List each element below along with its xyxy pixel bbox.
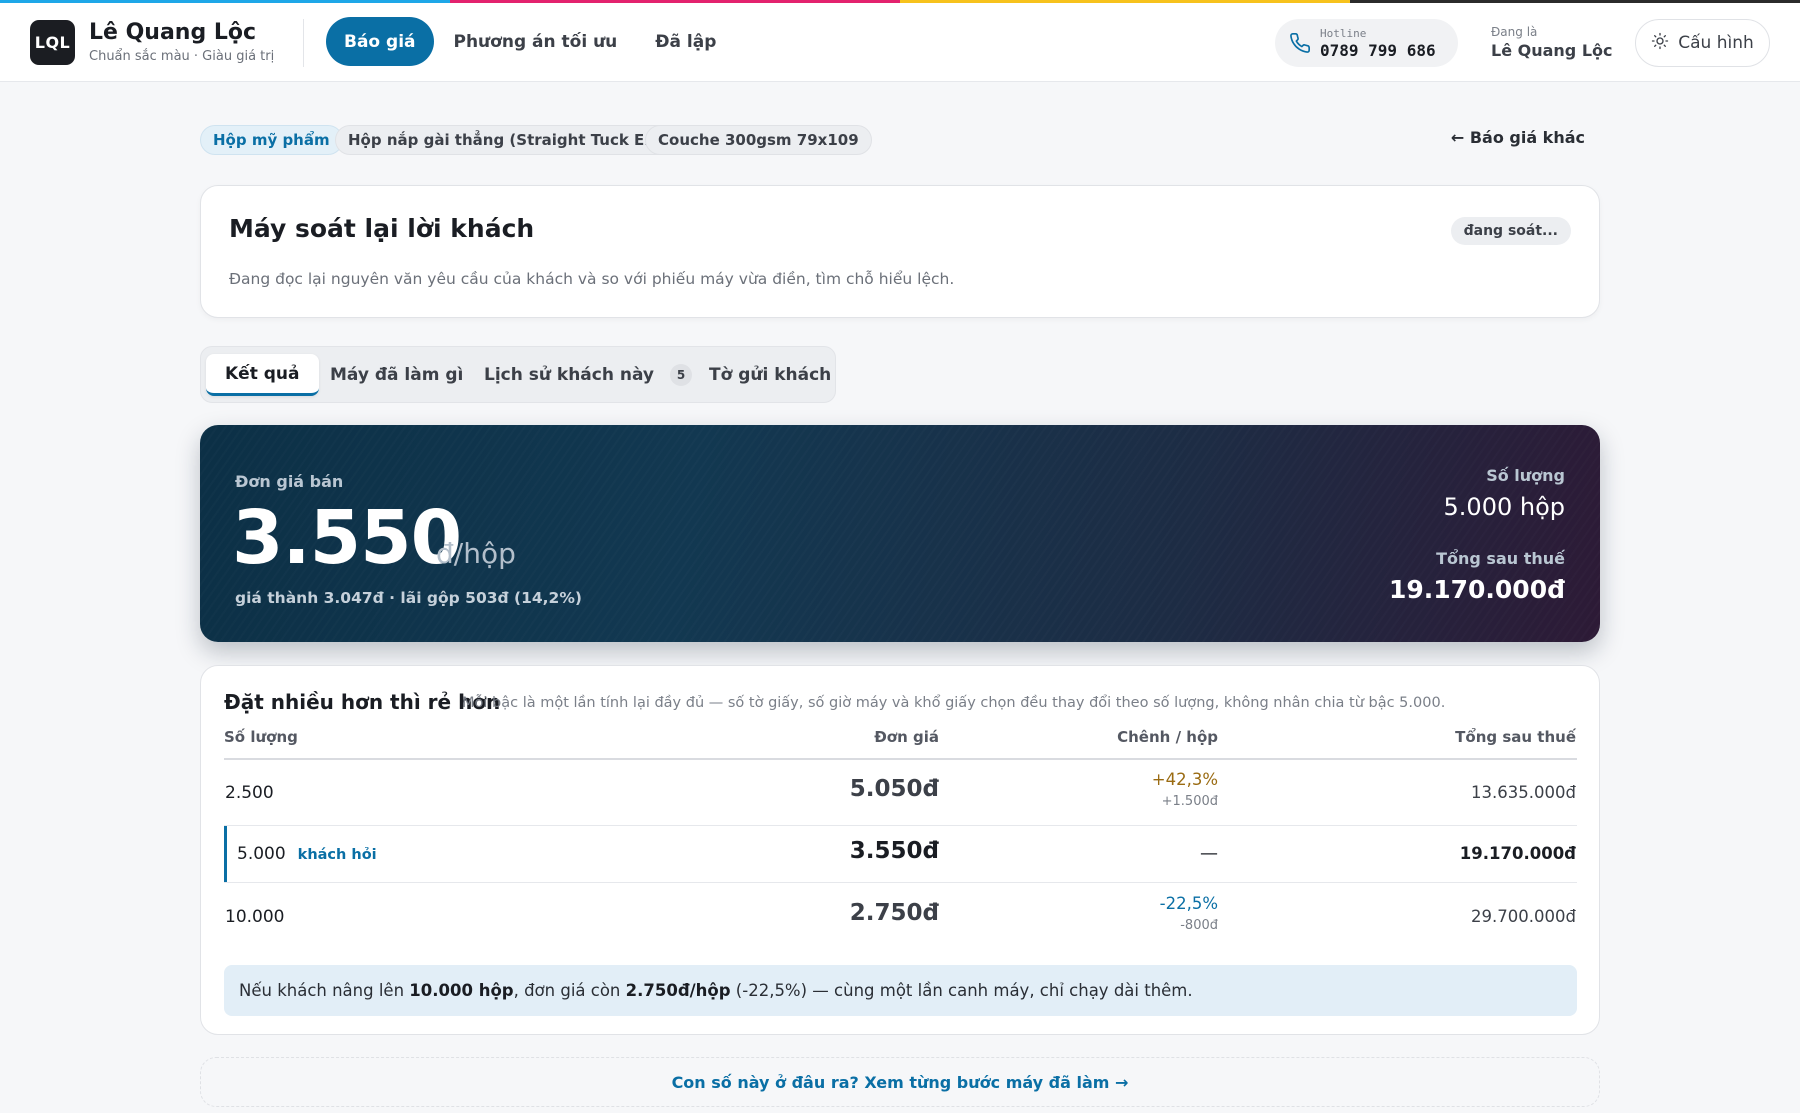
tip-bold-qty: 10.000 hộp — [409, 981, 514, 1000]
customer-asked-tag: khách hỏi — [297, 847, 377, 863]
total-after-tax-label: Tổng sau thuế — [1436, 549, 1565, 568]
cost-margin-summary: giá thành 3.047đ · lãi gộp 503đ (14,2%) — [235, 589, 582, 607]
quantity-tiers-card: Đặt nhiều hơn thì rẻ hơn Mỗi bậc là một … — [200, 665, 1600, 1035]
logo[interactable]: LQL — [30, 20, 75, 65]
col-header-unit-price: Đơn giá — [874, 728, 939, 746]
nav-da-lap[interactable]: Đã lập — [637, 17, 734, 66]
brand-tagline: Chuẩn sắc màu · Giàu giá trị — [89, 49, 275, 64]
result-tabs: Kết quả Máy đã làm gì Lịch sử khách này … — [200, 346, 836, 403]
other-quote-link[interactable]: ← Báo giá khác — [1451, 128, 1585, 147]
col-header-diff: Chênh / hộp — [1117, 728, 1218, 746]
unit-price-value: 3.550 — [232, 495, 462, 581]
sun-icon — [1651, 32, 1669, 55]
table-header-divider — [224, 758, 1577, 760]
hotline-pill[interactable]: Hotline 0789 799 686 — [1275, 19, 1458, 67]
quantity-label: Số lượng — [1486, 466, 1565, 485]
review-card: Máy soát lại lời khách đang soát... Đang… — [200, 185, 1600, 318]
row-divider — [224, 882, 1577, 883]
tier-qty: 2.500 — [225, 783, 274, 803]
tip-text-3: (-22,5%) — cùng một lần canh máy, chỉ ch… — [730, 981, 1193, 1000]
main-nav: Báo giá Phương án tối ưu Đã lập — [326, 17, 734, 66]
tier-diff-amount: +1.500đ — [1161, 794, 1218, 809]
tab-ket-qua[interactable]: Kết quả — [206, 354, 319, 396]
tier-diff-percent: +42,3% — [1151, 770, 1218, 789]
tab-to-gui-khach[interactable]: Tờ gửi khách — [709, 354, 831, 396]
tier-total: 29.700.000đ — [1471, 907, 1576, 926]
tier-qty: 10.000 — [225, 907, 285, 927]
config-button[interactable]: Cấu hình — [1635, 19, 1770, 67]
tier-unit-price: 2.750đ — [849, 900, 939, 926]
top-header: LQL Lê Quang Lộc Chuẩn sắc màu · Giàu gi… — [0, 3, 1800, 82]
chip-product-category[interactable]: Hộp mỹ phẩm — [200, 125, 343, 155]
tier-diff-none: — — [1200, 843, 1218, 864]
review-status-badge: đang soát... — [1450, 217, 1571, 245]
tip-text-1: Nếu khách nâng lên — [239, 981, 410, 1000]
tier-total: 19.170.000đ — [1459, 844, 1576, 863]
nav-phuong-an-toi-uu[interactable]: Phương án tối ưu — [436, 17, 636, 66]
tier-total: 13.635.000đ — [1471, 783, 1576, 802]
phone-icon — [1289, 32, 1311, 58]
explain-steps-link[interactable]: Con số này ở đâu ra? Xem từng bước máy đ… — [200, 1057, 1600, 1107]
quantity-value: 5.000 hộp — [1443, 493, 1565, 521]
tip-text-2: , đơn giá còn — [513, 981, 626, 1000]
tier-unit-price: 5.050đ — [849, 776, 939, 802]
tier-qty: 5.000 — [237, 844, 286, 864]
nav-bao-gia[interactable]: Báo giá — [326, 17, 434, 66]
review-title: Máy soát lại lời khách — [229, 214, 535, 243]
total-after-tax-value: 19.170.000đ — [1388, 575, 1565, 604]
price-hero-card: Đơn giá bán 3.550 đ/hộp giá thành 3.047đ… — [200, 425, 1600, 642]
unit-price-label: Đơn giá bán — [235, 472, 344, 491]
header-divider — [303, 19, 304, 67]
user-label: Đang là — [1491, 25, 1538, 39]
tier-unit-price: 3.550đ — [849, 838, 939, 864]
tab-lich-su-khach[interactable]: Lịch sử khách này 5 — [484, 354, 693, 396]
tier-diff-percent: -22,5% — [1159, 894, 1218, 913]
current-tier-indicator — [224, 826, 227, 882]
hotline-label: Hotline — [1320, 27, 1367, 40]
col-header-quantity: Số lượng — [224, 728, 298, 746]
tiers-note: Mỗi bậc là một lần tính lại đầy đủ — số … — [462, 695, 1446, 711]
tab-lich-su-label: Lịch sử khách này — [484, 365, 655, 385]
hotline-number: 0789 799 686 — [1320, 41, 1436, 60]
upsell-tip: Nếu khách nâng lên 10.000 hộp, đơn giá c… — [224, 965, 1577, 1016]
brand-name: Lê Quang Lộc — [89, 20, 257, 45]
history-count-badge: 5 — [670, 364, 693, 386]
col-header-total: Tổng sau thuế — [1455, 728, 1576, 746]
row-divider — [224, 825, 1577, 826]
config-label: Cấu hình — [1678, 33, 1754, 53]
user-name[interactable]: Lê Quang Lộc — [1491, 41, 1613, 60]
unit-price-unit: đ/hộp — [436, 537, 516, 570]
tab-may-da-lam-gi[interactable]: Máy đã làm gì — [330, 354, 463, 396]
chip-paper[interactable]: Couche 300gsm 79x109 — [645, 125, 872, 155]
tiers-title: Đặt nhiều hơn thì rẻ hơn — [224, 690, 501, 714]
tip-bold-price: 2.750đ/hộp — [625, 981, 731, 1000]
tier-diff-amount: -800đ — [1180, 918, 1218, 933]
review-description: Đang đọc lại nguyên văn yêu cầu của khác… — [229, 270, 955, 288]
tier-qty-current: 5.000 khách hỏi — [237, 844, 377, 864]
chip-box-style[interactable]: Hộp nắp gài thẳng (Straight Tuck End) — [335, 125, 686, 155]
